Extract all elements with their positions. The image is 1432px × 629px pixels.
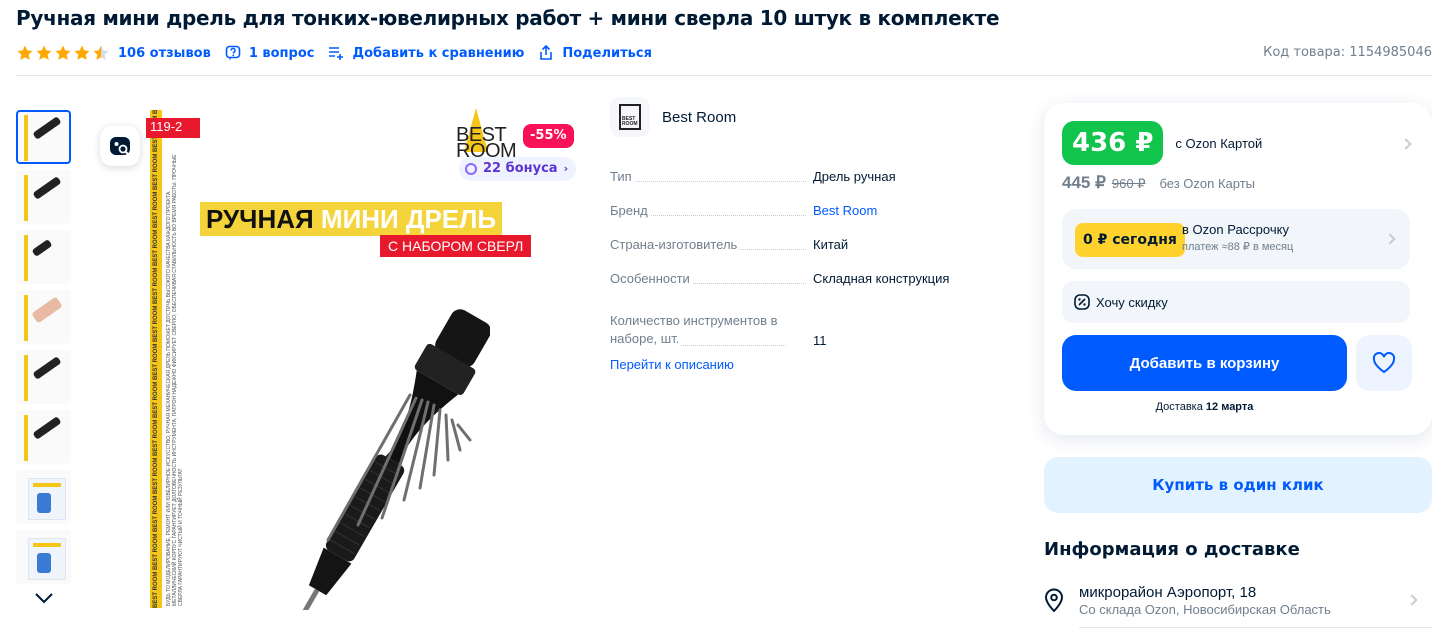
- image-description-text: БУДЬ ТО МОДЕЛИРОВАНИЕ, РЕМОНТ ИЛИ ЮВЕЛИР…: [166, 154, 184, 606]
- delivery-date: Доставка 12 марта: [1155, 401, 1254, 413]
- product-title: Ручная мини дрель для тонких-ювелирных р…: [16, 6, 1000, 30]
- rating-stars[interactable]: [16, 44, 110, 62]
- location-pin-icon: [1044, 588, 1064, 612]
- thumbnail[interactable]: [16, 170, 71, 224]
- discount-icon: [1074, 294, 1090, 310]
- characteristic-row: Количество инструментов в наборе, шт. 11: [610, 296, 1010, 358]
- image-price-tag: 119-2: [146, 118, 200, 138]
- thumbnail[interactable]: [16, 230, 71, 284]
- reviews-link[interactable]: 106 отзывов: [118, 46, 211, 61]
- photo-search-icon: [110, 137, 130, 156]
- questions-label: 1 вопрос: [248, 45, 315, 61]
- delivery-info-title: Информация о доставке: [1044, 539, 1300, 560]
- seller-block[interactable]: BEST ROOM Best Room: [610, 97, 736, 137]
- characteristic-row: Тип Дрель ручная: [610, 160, 1010, 194]
- favorite-button[interactable]: [1356, 335, 1412, 391]
- old-price: 960 ₽: [1111, 176, 1146, 191]
- want-discount-button[interactable]: Хочу скидку: [1062, 281, 1410, 323]
- characteristic-key: Тип: [610, 169, 634, 184]
- heart-icon: [1372, 352, 1396, 374]
- delivery-address-line: микрорайон Аэропорт, 18: [1079, 584, 1257, 601]
- star-icon: [17, 45, 33, 60]
- star-icon: [55, 45, 71, 60]
- question-icon: [225, 45, 241, 61]
- go-to-description-link[interactable]: Перейти к описанию: [610, 357, 734, 372]
- characteristic-value: Дрель ручная: [813, 169, 896, 184]
- regular-price-row: 445 ₽ 960 ₽ без Ozon Карты: [1062, 173, 1255, 193]
- thumbnail[interactable]: [16, 470, 71, 524]
- bonus-label: 22 бонуса: [483, 161, 558, 176]
- ozon-card-price: 436 ₽: [1062, 121, 1164, 165]
- characteristic-key: Бренд: [610, 203, 650, 218]
- questions-link[interactable]: 1 вопрос: [225, 45, 315, 61]
- share-link[interactable]: Поделиться: [538, 45, 652, 61]
- image-brand-logo: BEST ROOM: [456, 108, 526, 162]
- chevron-right-icon: [1384, 233, 1396, 245]
- characteristic-value: Китай: [813, 237, 849, 252]
- installment-title: в Ozon Рассрочку: [1182, 222, 1289, 237]
- add-to-cart-button[interactable]: Добавить в корзину: [1062, 335, 1347, 391]
- thumbnail[interactable]: [16, 110, 71, 164]
- discount-badge: -55%: [523, 124, 574, 148]
- seller-logo: BEST ROOM: [610, 97, 650, 137]
- image-subheadline: С НАБОРОМ СВЕРЛ: [380, 235, 532, 257]
- ozon-card-label: с Ozon Картой: [1175, 135, 1263, 151]
- want-discount-label: Хочу скидку: [1096, 294, 1168, 310]
- thumbnail[interactable]: [16, 410, 71, 464]
- no-card-label: без Ozon Карты: [1159, 176, 1256, 191]
- chevron-right-icon: ›: [563, 162, 569, 175]
- delivery-warehouse: Со склада Ozon, Новосибирская Область: [1079, 602, 1331, 617]
- brand-link[interactable]: Best Room: [810, 203, 877, 228]
- regular-price: 445 ₽: [1062, 173, 1106, 192]
- half-star-icon: [93, 45, 109, 60]
- characteristic-value: Складная конструкция: [813, 271, 950, 286]
- buy-one-click-button[interactable]: Купить в один клик: [1044, 457, 1432, 513]
- compare-link[interactable]: Добавить к сравнению: [328, 45, 524, 61]
- thumbnail[interactable]: [16, 290, 71, 344]
- product-meta-row: 106 отзывов 1 вопрос Добавить к сравнени…: [16, 43, 1432, 63]
- price-card: 436 ₽ с Ozon Картой 445 ₽ 960 ₽ без Ozon…: [1044, 103, 1432, 435]
- chevron-right-icon: [1406, 594, 1418, 606]
- header-divider: [16, 75, 1432, 76]
- share-label: Поделиться: [562, 45, 652, 61]
- compare-icon: [329, 47, 344, 60]
- characteristic-key: Особенности: [610, 271, 692, 286]
- characteristic-key: Количество инструментов в наборе, шт.: [610, 313, 778, 346]
- sku-label[interactable]: Код товара: 1154985046: [1263, 45, 1432, 60]
- share-icon: [540, 45, 553, 60]
- delivery-address[interactable]: микрорайон Аэропорт, 18 Со склада Ozon, …: [1044, 584, 1432, 629]
- thumbnail[interactable]: [16, 350, 71, 404]
- thumbnail-list: [16, 110, 71, 590]
- image-search-button[interactable]: [100, 126, 140, 166]
- characteristic-row: Бренд Best Room: [610, 194, 1010, 228]
- installment-subtitle: платеж ≈88 ₽ в месяц: [1182, 241, 1294, 253]
- characteristic-key: Страна-изготовитель: [610, 237, 740, 252]
- star-icon: [36, 45, 52, 60]
- bonus-badge[interactable]: 22 бонуса ›: [459, 157, 577, 181]
- characteristic-row: Особенности Складная конструкция: [610, 262, 1010, 296]
- chevron-down-icon[interactable]: [34, 590, 54, 606]
- installment-badge: 0 ₽ сегодня: [1075, 223, 1185, 257]
- thumbnail[interactable]: [16, 530, 71, 584]
- installment-block[interactable]: 0 ₽ сегодня в Ozon Рассрочку платеж ≈88 …: [1062, 209, 1410, 269]
- image-headline: РУЧНАЯ МИНИ ДРЕЛЬ: [200, 202, 503, 236]
- bonus-icon: [465, 163, 477, 175]
- compare-label: Добавить к сравнению: [352, 45, 525, 61]
- image-side-strip-text: BEST ROOM BEST ROOM BEST ROOM BEST ROOM …: [153, 110, 159, 608]
- divider: [1079, 627, 1432, 628]
- drill-illustration: [294, 309, 490, 610]
- characteristic-row: Страна-изготовитель Китай: [610, 228, 1010, 262]
- characteristics-list: Тип Дрель ручная Бренд Best Room Страна-…: [610, 160, 1010, 358]
- characteristic-value: 11: [813, 333, 827, 348]
- chevron-right-icon[interactable]: [1400, 138, 1412, 150]
- seller-name[interactable]: Best Room: [662, 109, 736, 126]
- card-price-row[interactable]: 436 ₽ с Ozon Картой: [1062, 121, 1262, 165]
- star-icon: [74, 45, 90, 60]
